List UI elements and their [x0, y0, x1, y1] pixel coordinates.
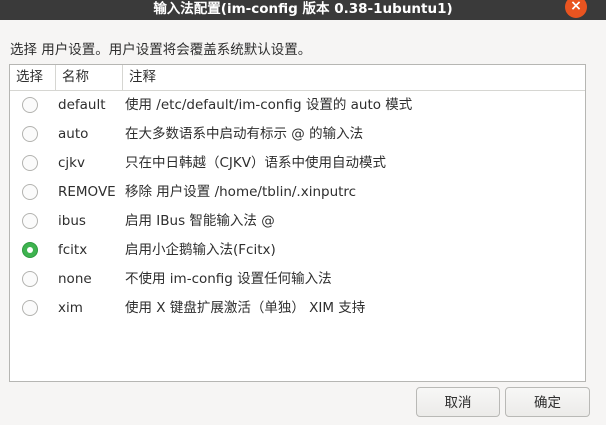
row-comment: 移除 用户设置 /home/tblin/.xinputrc	[125, 184, 357, 200]
row-name: cjkv	[58, 155, 85, 171]
list-row-default[interactable]: default 使用 /etc/default/im-config 设置的 au…	[10, 92, 585, 121]
im-config-dialog: 输入法配置(im-config 版本 0.38-1ubuntu1) × 选择 用…	[0, 0, 606, 425]
radio-default[interactable]	[22, 97, 38, 113]
row-comment: 启用 IBus 智能输入法 @	[125, 213, 275, 229]
close-icon: ×	[570, 0, 582, 14]
row-name: none	[58, 271, 92, 287]
list-row-fcitx[interactable]: fcitx 启用小企鹅输入法(Fcitx)	[10, 237, 585, 266]
row-comment: 只在中日韩越（CJKV）语系中使用自动模式	[125, 155, 386, 171]
list-row-auto[interactable]: auto 在大多数语系中启动有标示 @ 的输入法	[10, 121, 585, 150]
row-name: default	[58, 97, 106, 113]
list-row-cjkv[interactable]: cjkv 只在中日韩越（CJKV）语系中使用自动模式	[10, 150, 585, 179]
title-bar[interactable]: 输入法配置(im-config 版本 0.38-1ubuntu1) ×	[0, 0, 606, 20]
radio-cjkv[interactable]	[22, 155, 38, 171]
cancel-button[interactable]: 取消	[416, 387, 500, 417]
row-comment: 启用小企鹅输入法(Fcitx)	[125, 242, 276, 258]
column-header-name[interactable]: 名称	[55, 65, 122, 90]
column-header-comment[interactable]: 注释	[122, 65, 585, 90]
ok-button[interactable]: 确定	[505, 387, 590, 417]
row-name: fcitx	[58, 242, 88, 258]
radio-remove[interactable]	[22, 184, 38, 200]
row-comment: 不使用 im-config 设置任何输入法	[125, 271, 332, 287]
description-text: 选择 用户设置。用户设置将会覆盖系统默认设置。	[10, 42, 312, 58]
radio-none[interactable]	[22, 271, 38, 287]
row-name: auto	[58, 126, 89, 142]
row-comment: 使用 /etc/default/im-config 设置的 auto 模式	[125, 97, 413, 113]
row-comment: 使用 X 键盘扩展激活（单独） XIM 支持	[125, 300, 366, 316]
list-row-xim[interactable]: xim 使用 X 键盘扩展激活（单独） XIM 支持	[10, 295, 585, 324]
close-button[interactable]: ×	[565, 0, 587, 18]
list-row-none[interactable]: none 不使用 im-config 设置任何输入法	[10, 266, 585, 295]
column-header-select[interactable]: 选择	[10, 65, 55, 90]
row-name: REMOVE	[58, 184, 116, 200]
radio-ibus[interactable]	[22, 213, 38, 229]
list-row-ibus[interactable]: ibus 启用 IBus 智能输入法 @	[10, 208, 585, 237]
radio-auto[interactable]	[22, 126, 38, 142]
radio-fcitx[interactable]	[22, 242, 38, 258]
radio-xim[interactable]	[22, 300, 38, 316]
row-name: xim	[58, 300, 83, 316]
row-comment: 在大多数语系中启动有标示 @ 的输入法	[125, 126, 364, 142]
list-row-remove[interactable]: REMOVE 移除 用户设置 /home/tblin/.xinputrc	[10, 179, 585, 208]
row-name: ibus	[58, 213, 86, 229]
input-method-list: 选择 名称 注释 default 使用 /etc/default/im-conf…	[9, 64, 586, 382]
window-title: 输入法配置(im-config 版本 0.38-1ubuntu1)	[153, 1, 453, 17]
list-header: 选择 名称 注释	[10, 65, 585, 91]
